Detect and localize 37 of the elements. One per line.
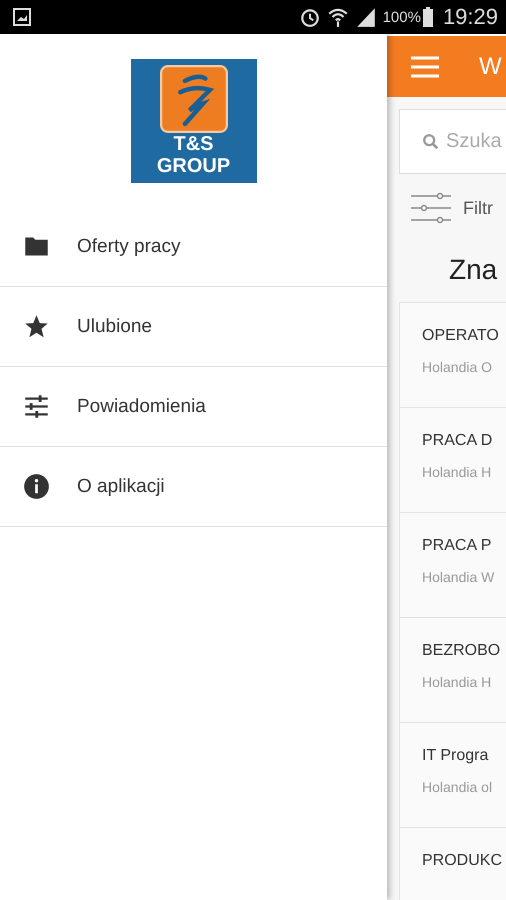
image-icon (12, 7, 32, 27)
star-icon (23, 313, 50, 340)
job-location: Holandia H (422, 674, 492, 690)
job-title: PRACA P (422, 537, 492, 555)
job-card[interactable]: BEZROBO Holandia H (399, 618, 506, 723)
search-field[interactable]: Szuka (446, 130, 506, 153)
clock-time: 19:29 (442, 4, 498, 30)
logo-text: T&S (174, 133, 214, 155)
job-location: Holandia W (422, 569, 496, 585)
job-title: IT Progra (422, 747, 490, 765)
wifi-icon (326, 6, 349, 28)
menu-icon[interactable] (411, 56, 439, 78)
sliders-icon (23, 393, 50, 420)
battery-icon (422, 7, 433, 27)
job-title: PRODUKC (422, 852, 504, 870)
logo-text: GROUP (156, 155, 230, 177)
drawer-menu-item[interactable]: Oferty pracy (0, 207, 387, 287)
job-title: PRACA D (422, 432, 494, 450)
job-title: BEZROBO (422, 642, 502, 660)
logo-mark-icon (160, 65, 228, 133)
battery-percent: 100% (382, 8, 421, 26)
job-card[interactable]: OPERATO Holandia O (399, 303, 506, 408)
section-heading: Zna (449, 254, 498, 286)
job-title: OPERATO (422, 327, 500, 345)
search-icon (422, 132, 440, 150)
job-location: Holandia H (422, 464, 492, 480)
job-location: Holandia O (422, 359, 494, 375)
job-card[interactable]: IT Progra Holandia ol (399, 723, 506, 828)
filter-button[interactable]: Filtr (411, 192, 506, 224)
signal-icon (354, 6, 377, 28)
job-card[interactable]: PRACA P Holandia W (399, 513, 506, 618)
drawer-menu-item[interactable]: O aplikacji (0, 447, 387, 527)
job-location: Holandia ol (422, 779, 494, 795)
info-icon (23, 473, 50, 500)
app-bar-title: W (479, 52, 502, 80)
filter-sliders-icon (411, 192, 453, 224)
job-card[interactable]: PRACA D Holandia H (399, 408, 506, 513)
